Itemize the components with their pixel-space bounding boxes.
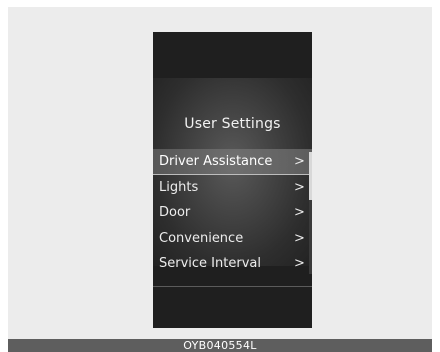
scrollbar[interactable] [309,152,312,274]
menu-item-driver-assistance[interactable]: Driver Assistance > [153,149,312,175]
menu-item-label: Door [159,205,191,221]
menu-item-door[interactable]: Door > [153,200,312,226]
menu-item-label: Lights [159,179,199,195]
chevron-right-icon: > [294,154,305,170]
menu-item-lights[interactable]: Lights > [153,175,312,201]
chevron-right-icon: > [294,230,305,246]
menu-item-label: Driver Assistance [159,154,273,170]
cluster-display: User Settings Driver Assistance > Lights… [153,32,312,328]
menu-item-service-interval[interactable]: Service Interval > [153,251,312,277]
chevron-right-icon: > [294,205,305,221]
menu-item-label: Convenience [159,230,244,246]
scrollbar-thumb[interactable] [309,152,312,200]
menu-item-label: Service Interval [159,256,261,272]
screen-title: User Settings [184,116,281,132]
figure-background: User Settings Driver Assistance > Lights… [8,7,432,339]
figure-code: OYB040554L [183,339,257,352]
chevron-right-icon: > [294,179,305,195]
figure-code-bar: OYB040554L [8,339,432,352]
bottom-divider [153,286,312,287]
settings-menu: Driver Assistance > Lights > Door > Conv… [153,149,312,277]
menu-item-convenience[interactable]: Convenience > [153,226,312,252]
chevron-right-icon: > [294,256,305,272]
